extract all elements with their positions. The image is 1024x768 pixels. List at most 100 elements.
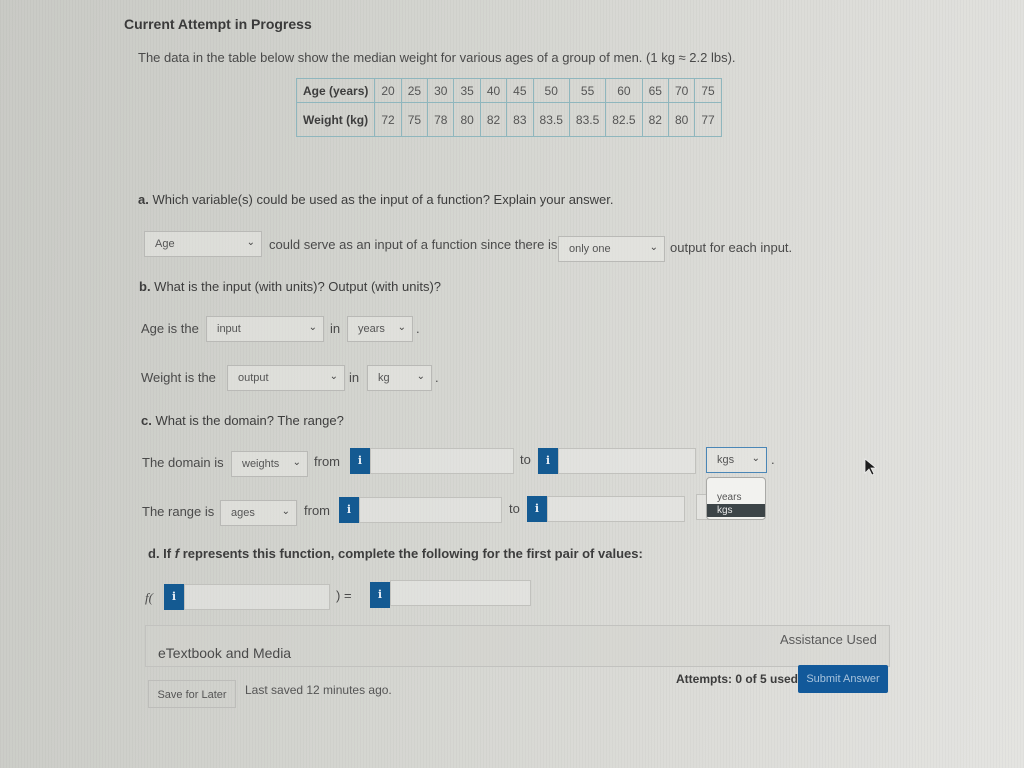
weight-role-prefix: Weight is the	[141, 370, 216, 385]
unit-dropdown-list[interactable]: years kgs	[706, 477, 766, 520]
table-cell: 83.5	[568, 102, 607, 137]
range-to-label: to	[509, 501, 520, 516]
domain-to-info-button[interactable]: i	[538, 448, 558, 474]
table-cell: 55	[568, 78, 607, 103]
chevron-down-icon: ⌄	[751, 453, 760, 464]
table-cell: 72	[374, 102, 402, 137]
quantity-select[interactable]: only one ⌄	[558, 236, 665, 262]
table-cell: 83	[506, 102, 534, 137]
question-b-letter: b.	[139, 279, 151, 294]
info-icon: i	[377, 588, 383, 601]
age-unit-select[interactable]: years ⌄	[347, 316, 413, 342]
table-cell: 82	[479, 102, 508, 137]
table-row: Weight (kg) 72 75 78 80 82 83 83.5 83.5 82.5 82 80 7…	[295, 102, 722, 137]
age-role-prefix: Age is the	[141, 321, 199, 336]
domain-to-input[interactable]	[558, 448, 696, 474]
range-from-info-button[interactable]: i	[339, 497, 359, 523]
range-select[interactable]: ages ⌄	[220, 500, 297, 526]
variable-select-value: Age	[155, 238, 175, 250]
domain-to-label: to	[520, 452, 531, 467]
table-cell: 75	[694, 78, 722, 103]
chevron-down-icon: ⌄	[397, 322, 406, 333]
table-cell: 82.5	[605, 102, 643, 137]
range-from-input[interactable]	[359, 497, 502, 523]
range-to-info-button[interactable]: i	[527, 496, 547, 522]
intro-text: The data in the table below show the med…	[138, 50, 736, 65]
range-from-label: from	[304, 503, 330, 518]
domain-select[interactable]: weights ⌄	[231, 451, 308, 477]
question-d: d. If f represents this function, comple…	[148, 546, 643, 561]
question-d-pre: If	[159, 546, 175, 561]
table-cell: 65	[641, 78, 669, 103]
table-cell: 78	[427, 102, 455, 137]
table-cell: 80	[667, 102, 696, 137]
table-cell: 60	[605, 78, 643, 103]
age-role-select[interactable]: input ⌄	[206, 316, 324, 342]
table-cell: 82	[641, 102, 669, 137]
info-icon: i	[357, 454, 363, 467]
table-row: Age (years) 20 25 30 35 40 45 50 55 60 65 70 75	[295, 78, 722, 103]
table-cell: 35	[453, 78, 481, 103]
f-input-info-button[interactable]: i	[164, 584, 184, 610]
table-cell: 83.5	[532, 102, 570, 137]
table-cell: 70	[667, 78, 696, 103]
question-d-letter: d.	[148, 546, 160, 561]
last-saved-text: Last saved 12 minutes ago.	[245, 683, 392, 697]
table-cell: 50	[532, 78, 570, 103]
range-prefix: The range is	[142, 504, 215, 519]
chevron-down-icon: ⌄	[416, 371, 425, 382]
weight-suffix: .	[435, 370, 439, 385]
question-b: b. What is the input (with units)? Outpu…	[139, 279, 441, 294]
range-to-input[interactable]	[547, 496, 685, 522]
part-a-text-mid: could serve as an input of a function si…	[269, 237, 558, 252]
save-for-later-button[interactable]: Save for Later	[148, 680, 236, 708]
domain-select-value: weights	[242, 458, 280, 470]
table-cell: 20	[374, 78, 402, 103]
f-output-info-button[interactable]: i	[370, 582, 390, 608]
weight-role-select-value: output	[238, 372, 269, 384]
quantity-select-value: only one	[569, 243, 611, 255]
data-table: Age (years) 20 25 30 35 40 45 50 55 60 65 70 75 Weigh…	[295, 78, 722, 137]
part-a-text-end: output for each input.	[670, 240, 793, 255]
page: Current Attempt in Progress The data in …	[0, 0, 1024, 768]
dropdown-option-empty[interactable]	[707, 478, 765, 491]
question-d-post: represents this function, complete the f…	[179, 546, 643, 561]
f-output-field[interactable]	[390, 580, 531, 606]
domain-from-info-button[interactable]: i	[350, 448, 370, 474]
domain-from-label: from	[314, 454, 340, 469]
etextbook-label[interactable]: eTextbook and Media	[158, 645, 291, 661]
chevron-down-icon: ⌄	[281, 506, 290, 517]
attempts-counter: Attempts: 0 of 5 used	[676, 672, 799, 686]
f-open-label: f(	[145, 590, 153, 605]
mouse-cursor-icon	[864, 458, 878, 476]
age-suffix: .	[416, 321, 420, 336]
domain-unit-select-value: kgs	[717, 454, 735, 466]
weight-in-label: in	[349, 370, 360, 385]
domain-from-input[interactable]	[370, 448, 514, 474]
row-header: Weight (kg)	[295, 102, 376, 137]
domain-prefix: The domain is	[142, 455, 224, 470]
chevron-down-icon: ⌄	[246, 237, 255, 248]
close-equals-label: ) =	[336, 588, 352, 603]
dropdown-option-kgs[interactable]: kgs	[707, 504, 765, 517]
info-icon: i	[545, 454, 551, 467]
dropdown-option-years[interactable]: years	[707, 491, 765, 504]
f-input-field[interactable]	[184, 584, 330, 610]
domain-unit-select[interactable]: kgs ⌄	[706, 447, 767, 473]
range-select-value: ages	[231, 507, 255, 519]
submit-answer-button[interactable]: Submit Answer	[798, 665, 888, 693]
section-title: Current Attempt in Progress	[124, 16, 312, 32]
question-c-letter: c.	[141, 413, 152, 428]
variable-select[interactable]: Age ⌄	[144, 231, 262, 257]
chevron-down-icon: ⌄	[308, 322, 317, 333]
weight-unit-select-value: kg	[378, 372, 390, 384]
weight-role-select[interactable]: output ⌄	[227, 365, 345, 391]
chevron-down-icon: ⌄	[292, 457, 301, 468]
info-icon: i	[171, 590, 177, 603]
age-role-select-value: input	[217, 323, 241, 335]
table-cell: 75	[400, 102, 429, 137]
info-icon: i	[534, 502, 540, 515]
weight-unit-select[interactable]: kg ⌄	[367, 365, 432, 391]
chevron-down-icon: ⌄	[649, 242, 658, 253]
row-header: Age (years)	[295, 78, 376, 103]
